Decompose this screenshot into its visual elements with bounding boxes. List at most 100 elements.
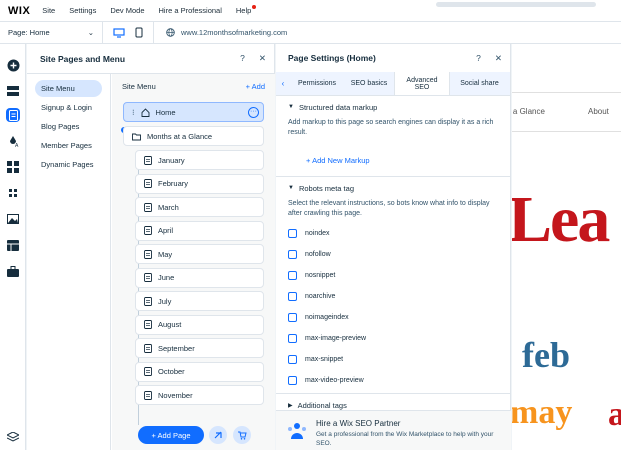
seo-partner-banner[interactable]: Hire a Wix SEO Partner Get a professiona… [276,410,511,450]
checkbox[interactable] [288,250,297,259]
robots-option-max-snippet[interactable]: max-snippet [276,349,510,370]
checkbox[interactable] [288,334,297,343]
tab-social-share[interactable]: Social share [450,72,509,95]
robots-option-noindex[interactable]: noindex [276,223,510,244]
sections-icon[interactable] [6,84,20,98]
page-item-month[interactable]: November [135,385,264,405]
svg-text:A: A [15,143,19,147]
more-actions-icon[interactable]: ··· [248,107,259,118]
checkbox[interactable] [288,355,297,364]
add-menu-item-button[interactable]: + Add [246,82,265,91]
settings-tabs: ‹ Permissions SEO basics Advanced SEO So… [276,72,510,96]
page-item-month[interactable]: March [135,197,264,217]
theme-icon[interactable]: A [6,134,20,148]
tab-advanced-seo[interactable]: Advanced SEO [394,72,450,95]
site-canvas[interactable]: at a Glance About Lea feb may a [512,44,621,450]
page-item-months-at-a-glance[interactable]: Months at a Glance [123,126,264,146]
checkbox[interactable] [288,292,297,301]
business-tools-icon[interactable] [6,186,20,200]
page-item-month[interactable]: July [135,291,264,311]
page-item-label: February [158,179,189,188]
robots-option-max-image-preview[interactable]: max-image-preview [276,328,510,349]
robots-toggle[interactable]: ▼ Robots meta tag [288,181,500,195]
category-member-pages[interactable]: Member Pages [35,137,102,154]
page-item-month[interactable]: September [135,338,264,358]
store-pages-button[interactable] [233,426,251,444]
site-menu-header: Site Menu + Add [112,74,275,98]
portfolio-icon[interactable] [6,264,20,278]
category-signup-login[interactable]: Signup & Login [35,99,102,116]
robots-option-noarchive[interactable]: noarchive [276,286,510,307]
robots-option-nofollow[interactable]: nofollow [276,244,510,265]
help-icon[interactable]: ? [240,53,245,64]
layers-icon[interactable] [6,430,20,444]
partner-people-icon [288,423,306,439]
page-item-month[interactable]: February [135,173,264,194]
page-item-label: March [158,202,179,212]
chevron-left-icon[interactable]: ‹ [276,72,290,95]
page-categories: Site Menu Signup & Login Blog Pages Memb… [27,74,111,450]
desktop-icon[interactable] [113,27,125,38]
month-word-feb: feb [522,335,570,375]
page-item-month[interactable]: April [135,220,264,241]
structured-data-toggle[interactable]: ▼ Structured data markup [288,100,500,114]
robots-option-max-video-preview[interactable]: max-video-preview [276,370,510,391]
page-item-label: November [158,390,193,400]
site-pages-header: Site Pages and Menu ? ✕ [27,44,274,74]
menu-help[interactable]: Help [235,5,257,15]
robots-title: Robots meta tag [298,183,354,193]
close-icon[interactable]: ✕ [259,53,266,64]
page-item-month[interactable]: August [135,314,264,335]
media-icon[interactable] [6,212,20,226]
checkbox[interactable] [288,313,297,322]
structured-data-section: ▼ Structured data markup Add markup to t… [276,96,510,176]
cms-icon[interactable] [6,238,20,252]
menu-settings[interactable]: Settings [69,6,96,15]
add-new-markup-button[interactable]: + Add New Markup [306,156,500,165]
category-site-menu[interactable]: Site Menu [35,80,102,97]
page-item-month[interactable]: October [135,361,264,382]
page-selector[interactable]: Page: Home ⌄ [0,28,102,37]
page-icon [144,249,152,259]
checkbox[interactable] [288,229,297,238]
nav-item-about[interactable]: About [588,107,609,116]
page-item-label: Home [155,107,176,117]
wix-logo[interactable]: WIX [8,5,30,17]
checkbox[interactable] [288,271,297,280]
robots-option-label: noindex [305,230,330,237]
robots-option-nosnippet[interactable]: nosnippet [276,265,510,286]
menu-help-label: Help [235,6,252,15]
caret-down-icon: ▼ [288,104,294,110]
tab-permissions[interactable]: Permissions [290,72,344,95]
checkbox[interactable] [288,376,297,385]
close-icon[interactable]: ✕ [495,53,502,64]
nav-item-at-a-glance[interactable]: at a Glance [512,107,545,116]
category-dynamic-pages[interactable]: Dynamic Pages [35,156,102,173]
menu-site[interactable]: Site [42,6,55,15]
page-icon [144,390,152,400]
add-page-button[interactable]: + Add Page [138,426,204,444]
mobile-icon[interactable] [135,27,143,38]
robots-option-noimageindex[interactable]: noimageindex [276,307,510,328]
add-elements-icon[interactable] [6,58,20,72]
robots-options: noindex nofollow nosnippet noarchive noimage… [276,223,510,391]
menu-dev-mode[interactable]: Dev Mode [110,6,144,15]
help-icon[interactable]: ? [476,53,481,64]
page-item-month[interactable]: May [135,244,264,264]
page-icon [144,343,152,353]
category-blog-pages[interactable]: Blog Pages [35,118,102,135]
drag-handle-icon[interactable]: ⁝ [132,108,135,117]
page-item-month[interactable]: June [135,267,264,288]
site-url[interactable]: www.12monthsofmarketing.com [154,28,287,37]
month-word-partial: a [608,396,621,433]
page-item-home[interactable]: ⁝ Home ··· [123,102,264,122]
add-new-markup-label: Add New Markup [312,156,370,165]
manage-navigation-button[interactable] [209,426,227,444]
apps-icon[interactable] [6,160,20,174]
page-icon [144,320,152,329]
partner-title: Hire a Wix SEO Partner [316,419,401,428]
tab-seo-basics[interactable]: SEO basics [344,72,394,95]
pages-icon[interactable] [6,108,20,122]
menu-hire-professional[interactable]: Hire a Professional [159,6,222,15]
page-item-month[interactable]: January [135,150,264,170]
